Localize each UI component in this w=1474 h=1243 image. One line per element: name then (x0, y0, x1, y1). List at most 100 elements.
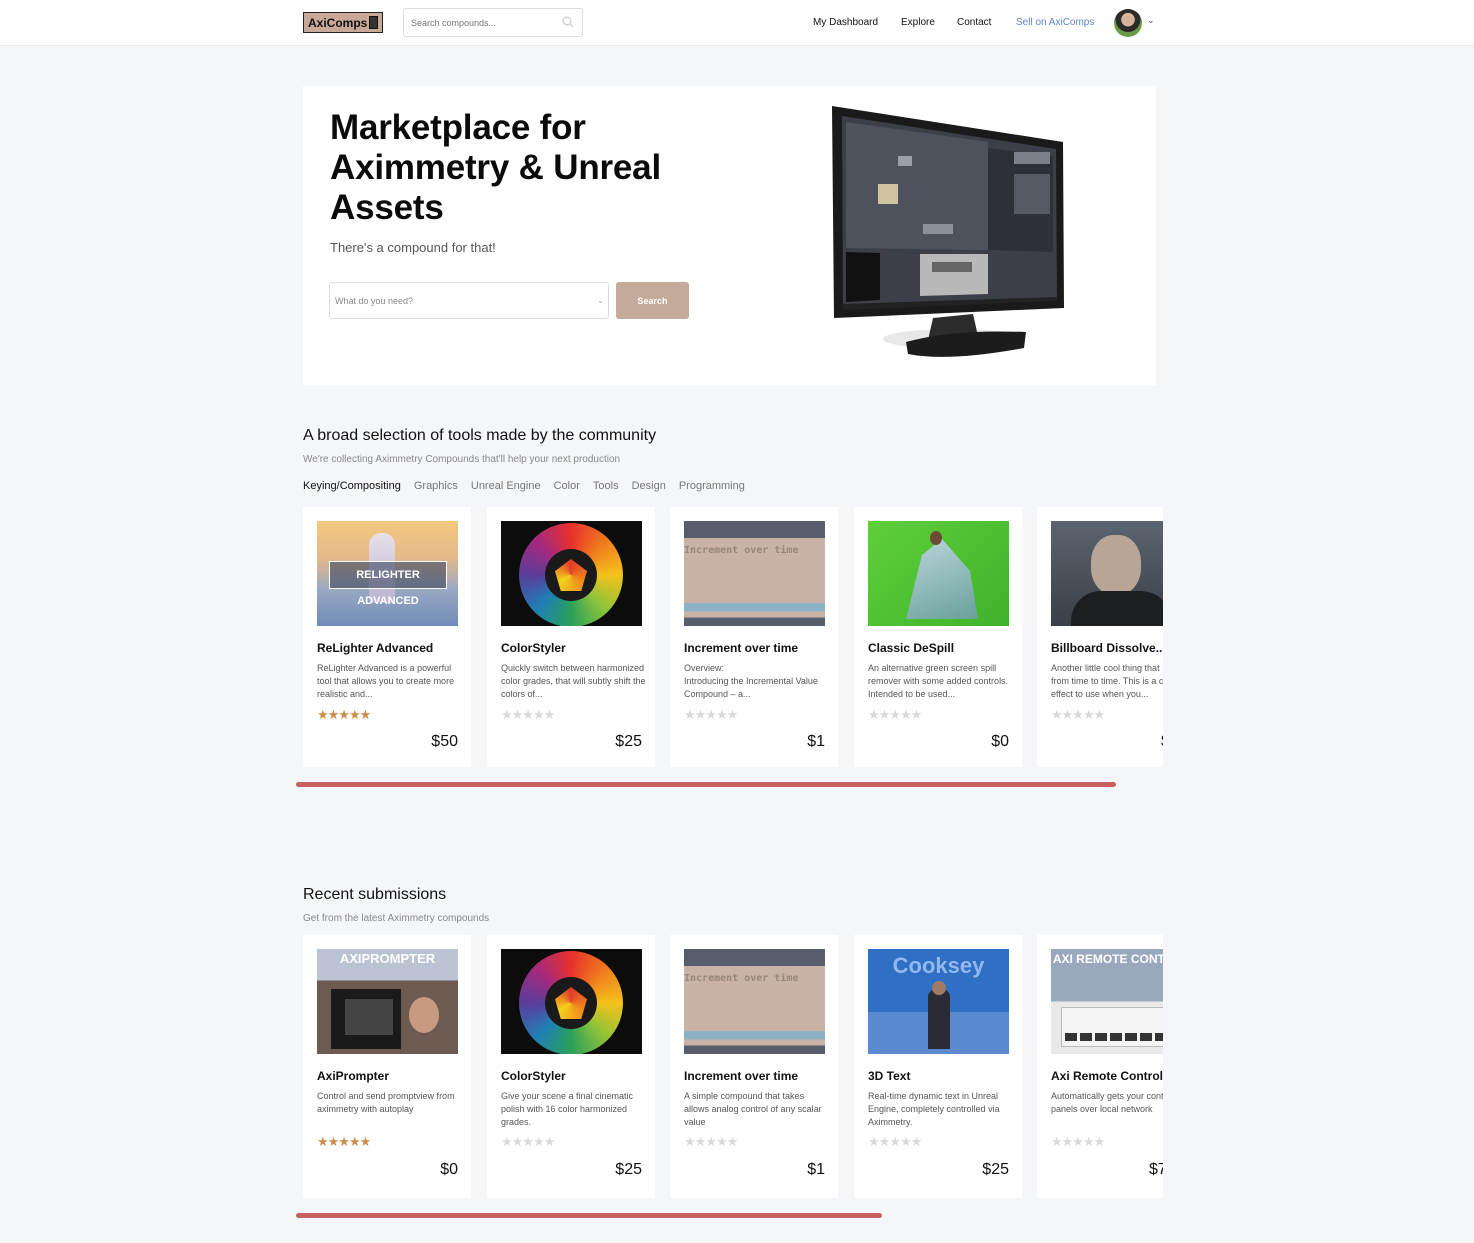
star-rating: ★★★★★ (868, 707, 922, 722)
community-carousel[interactable]: RELIGHTER ADVANCED ReLighter Advanced Re… (303, 507, 1163, 767)
product-price: $25 (615, 1161, 642, 1178)
product-thumbnail (501, 521, 642, 626)
product-title[interactable]: ReLighter Advanced (317, 641, 433, 655)
product-price: $7 (1149, 1161, 1163, 1178)
product-description: A simple compound that takes allows anal… (684, 1091, 822, 1127)
recent-subtitle: Get from the latest Aximmetry compounds (303, 913, 490, 924)
star-rating: ★★★★★ (684, 707, 738, 722)
product-description: ReLighter Advanced is a powerful tool th… (317, 663, 455, 699)
product-card[interactable]: ColorStyler Give your scene a final cine… (487, 935, 655, 1198)
product-title[interactable]: Increment over time (684, 641, 798, 655)
thumb-caption: RELIGHTER ADVANCED (329, 561, 447, 607)
tab-color[interactable]: Color (554, 480, 580, 492)
product-thumbnail: AXIPROMPTER (317, 949, 458, 1054)
avatar[interactable] (1114, 9, 1142, 37)
product-price: $1 (807, 733, 825, 750)
tab-design[interactable]: Design (632, 480, 666, 492)
product-title[interactable]: Classic DeSpill (868, 641, 954, 655)
product-card[interactable]: Increment over time Increment over time … (670, 935, 838, 1198)
search-input[interactable] (404, 9, 554, 36)
thumb-caption: Increment over time (684, 973, 799, 984)
product-thumbnail (1051, 521, 1163, 626)
product-thumbnail: Cooksey (868, 949, 1009, 1054)
product-description: Overview: Introducing the Incremental Va… (684, 663, 818, 699)
product-description: Real-time dynamic text in Unreal Engine,… (868, 1091, 1000, 1127)
product-title[interactable]: Axi Remote Control (1051, 1069, 1163, 1083)
product-description: Quickly switch between harmonized color … (501, 663, 646, 699)
recent-carousel[interactable]: AXIPROMPTER AxiPrompter Control and send… (303, 935, 1163, 1198)
product-title[interactable]: AxiPrompter (317, 1069, 389, 1083)
hero-section: Marketplace for Aximmetry & Unreal Asset… (303, 86, 1156, 385)
hero-search-button[interactable]: Search (616, 282, 689, 319)
carousel-scrollbar[interactable] (296, 1213, 882, 1218)
star-rating: ★★★★★ (868, 1134, 922, 1149)
thumb-caption: Cooksey (892, 953, 985, 978)
nav-contact[interactable]: Contact (957, 17, 991, 28)
thumb-caption: AXI REMOTE CONTROL (1052, 952, 1163, 966)
product-description: Control and send promptview from aximmet… (317, 1091, 455, 1114)
community-subtitle: We're collecting Aximmetry Compounds tha… (303, 454, 621, 465)
product-thumbnail: Increment over time (684, 949, 825, 1054)
star-rating: ★★★★★ (317, 1134, 371, 1149)
product-title[interactable]: 3D Text (868, 1069, 910, 1083)
hero-subtitle: There's a compound for that! (330, 240, 496, 255)
star-rating: ★★★★★ (1051, 1134, 1105, 1149)
product-price: $1 (807, 1161, 825, 1178)
product-thumbnail (868, 521, 1009, 626)
tab-keying-compositing[interactable]: Keying/Compositing (303, 480, 401, 492)
nav-my-dashboard[interactable]: My Dashboard (813, 17, 878, 28)
top-nav-bar: AxiComps My Dashboard Explore Contact Se… (0, 0, 1474, 46)
product-price: $ (1161, 733, 1163, 751)
product-price: $0 (991, 733, 1009, 750)
carousel-scrollbar[interactable] (296, 782, 1116, 787)
product-description: An alternative green screen spill remove… (868, 663, 1009, 699)
thumb-caption: AXIPROMPTER (339, 951, 436, 966)
chevron-down-icon: ⌄ (597, 296, 604, 305)
search-icon[interactable] (562, 16, 574, 28)
star-rating: ★★★★★ (317, 707, 371, 722)
nav-sell-link[interactable]: Sell on AxiComps (1016, 17, 1094, 28)
logo-text: AxiComps (308, 15, 368, 30)
tab-programming[interactable]: Programming (679, 480, 745, 492)
star-rating: ★★★★★ (684, 1134, 738, 1149)
product-description: Automatically gets your control panels o… (1051, 1091, 1163, 1114)
product-card[interactable]: Classic DeSpill An alternative green scr… (854, 507, 1022, 767)
nav-explore[interactable]: Explore (901, 17, 935, 28)
product-title[interactable]: ColorStyler (501, 641, 566, 655)
monitor-illustration (832, 106, 1064, 357)
recent-title: Recent submissions (303, 886, 447, 903)
product-card[interactable]: ColorStyler Quickly switch between harmo… (487, 507, 655, 767)
thumb-caption: Increment over time (684, 545, 799, 556)
logo-mark-icon (369, 16, 378, 29)
product-card[interactable]: AXI REMOTE CONTROL Axi Remote Control Au… (1037, 935, 1163, 1198)
category-tabs: Keying/Compositing Graphics Unreal Engin… (303, 480, 745, 492)
product-price: $25 (982, 1161, 1009, 1178)
product-price: $25 (615, 733, 642, 750)
product-title[interactable]: Increment over time (684, 1069, 798, 1083)
product-card[interactable]: Cooksey 3D Text Real-time dynamic text i… (854, 935, 1022, 1198)
product-card[interactable]: RELIGHTER ADVANCED ReLighter Advanced Re… (303, 507, 471, 767)
tab-graphics[interactable]: Graphics (414, 480, 458, 492)
product-thumbnail: Increment over time (684, 521, 825, 626)
star-rating: ★★★★★ (501, 1134, 555, 1149)
product-price: $0 (440, 1161, 458, 1178)
hero-title: Marketplace for Aximmetry & Unreal Asset… (330, 108, 661, 227)
product-thumbnail: AXI REMOTE CONTROL (1051, 949, 1163, 1054)
product-description: Another little cool thing that I use fro… (1051, 663, 1163, 699)
tab-unreal-engine[interactable]: Unreal Engine (471, 480, 541, 492)
need-select[interactable]: What do you need? ⌄ (329, 282, 609, 319)
tab-tools[interactable]: Tools (593, 480, 619, 492)
product-price: $50 (431, 733, 458, 750)
product-title[interactable]: ColorStyler (501, 1069, 566, 1083)
community-title: A broad selection of tools made by the c… (303, 427, 657, 444)
header-search[interactable] (403, 8, 583, 37)
product-card[interactable]: Increment over time Increment over time … (670, 507, 838, 767)
chevron-down-icon[interactable]: ⌄ (1147, 15, 1155, 26)
product-card[interactable]: AXIPROMPTER AxiPrompter Control and send… (303, 935, 471, 1198)
logo[interactable]: AxiComps (303, 12, 383, 33)
product-thumbnail (501, 949, 642, 1054)
product-title[interactable]: Billboard Dissolve... (1051, 641, 1163, 655)
product-thumbnail: RELIGHTER ADVANCED (317, 521, 458, 626)
star-rating: ★★★★★ (501, 707, 555, 722)
product-card[interactable]: Billboard Dissolve... Another little coo… (1037, 507, 1163, 767)
